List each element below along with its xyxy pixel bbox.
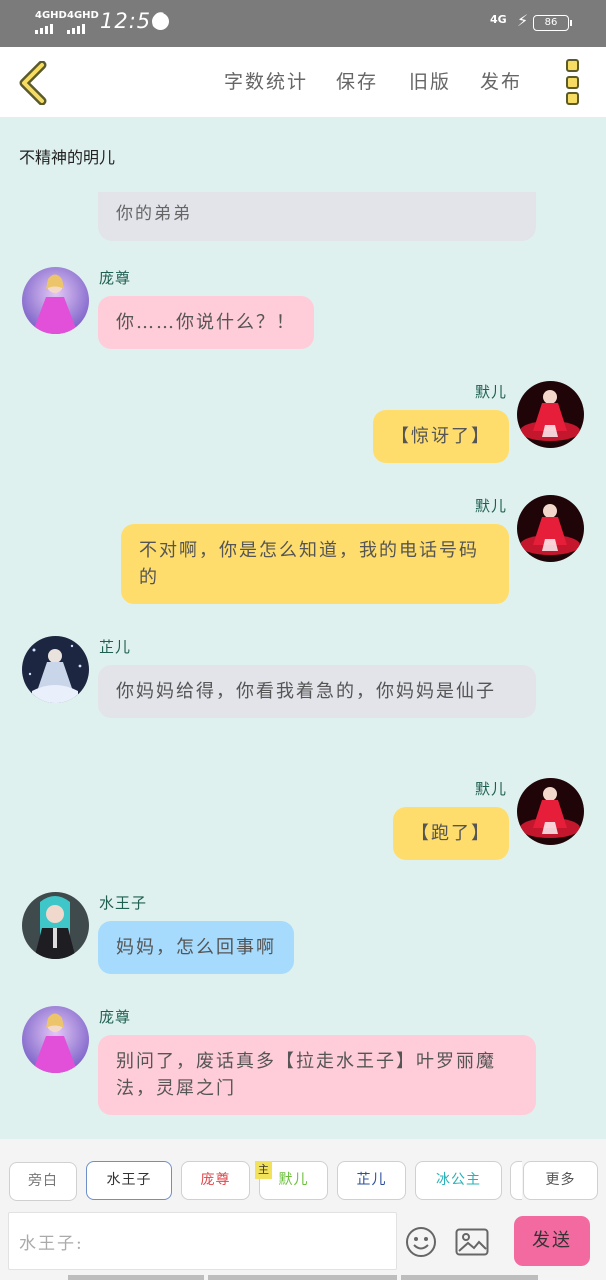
message-bubble[interactable]: 【惊讶了】 [373, 410, 509, 463]
main-character-badge: 主 [255, 1161, 272, 1179]
sender-name: 默儿 [474, 780, 507, 798]
sender-name: 水王子 [99, 894, 148, 912]
avatar[interactable] [22, 1006, 89, 1073]
more-characters-button[interactable]: 更多 [523, 1161, 598, 1200]
avatar[interactable] [517, 381, 584, 448]
story-title: 不精神的明儿 [19, 148, 116, 167]
send-button[interactable]: 发送 [514, 1216, 590, 1266]
nav-bar-segment [401, 1275, 538, 1280]
avatar[interactable] [22, 267, 89, 334]
message-bubble[interactable]: 你……你说什么？！ [98, 296, 314, 349]
battery-icon: 86 [533, 15, 572, 31]
avatar[interactable] [22, 636, 89, 703]
sender-name: 庞尊 [99, 269, 132, 287]
network-type: 4G [490, 13, 507, 26]
sender-name: 庞尊 [99, 1008, 132, 1026]
sender-name: 默儿 [474, 497, 507, 515]
avatar[interactable] [517, 495, 584, 562]
nav-bar-segment [208, 1275, 397, 1280]
message-bubble[interactable]: 你妈妈给得，你看我着急的，你妈妈是仙子 [98, 665, 536, 718]
nav-bar-segment [68, 1275, 204, 1280]
character-chip-narrator[interactable]: 旁白 [9, 1162, 77, 1201]
composer: 旁白 水王子 庞尊 默儿 主 芷儿 冰公主 更多 水王子: 发送 [0, 1139, 606, 1280]
signal-icon-2 [67, 24, 85, 34]
message-input[interactable]: 水王子: [8, 1212, 397, 1270]
avatar[interactable] [517, 778, 584, 845]
character-chip-ice-princess[interactable]: 冰公主 [415, 1161, 502, 1200]
character-chip-pangzun[interactable]: 庞尊 [181, 1161, 250, 1200]
signal-label-1: 4GHD [35, 10, 67, 21]
globe-icon [152, 13, 169, 30]
message-bubble-partial[interactable]: 你的弟弟 [98, 192, 536, 241]
signal-label-2: 4GHD [67, 10, 99, 21]
top-toolbar: 字数统计 保存 旧版 发布 [0, 47, 606, 117]
image-icon[interactable] [455, 1228, 489, 1256]
publish-button[interactable]: 发布 [480, 67, 522, 94]
message-bubble[interactable]: 不对啊，你是怎么知道，我的电话号码的 [121, 524, 509, 604]
save-button[interactable]: 保存 [336, 67, 378, 94]
chat-area[interactable]: 不精神的明儿 你的弟弟 庞尊 你……你说什么？！ 默儿 【惊讶了】 默儿 不对啊… [0, 117, 606, 1139]
character-chip-water-prince[interactable]: 水王子 [86, 1161, 172, 1200]
old-version-button[interactable]: 旧版 [409, 67, 451, 94]
charging-icon: ⚡ [517, 11, 529, 30]
character-chip-zhier[interactable]: 芷儿 [337, 1161, 406, 1200]
message-bubble[interactable]: 【跑了】 [393, 807, 509, 860]
message-bubble[interactable]: 别问了，废话真多【拉走水王子】叶罗丽魔法，灵犀之门 [98, 1035, 536, 1115]
sender-name: 默儿 [474, 383, 507, 401]
character-chip-partial[interactable] [510, 1161, 522, 1200]
back-arrow-icon[interactable] [18, 61, 48, 105]
message-bubble[interactable]: 妈妈，怎么回事啊 [98, 921, 294, 974]
word-count-button[interactable]: 字数统计 [224, 67, 308, 94]
sender-name: 芷儿 [99, 638, 132, 656]
avatar[interactable] [22, 892, 89, 959]
status-bar: 4GHD 4GHD 12:56 4G ⚡ 86 [0, 0, 606, 47]
message-text: 你的弟弟 [116, 204, 192, 224]
more-menu-icon[interactable] [566, 59, 582, 105]
emoji-icon[interactable] [405, 1226, 437, 1258]
signal-icon-1 [35, 24, 53, 34]
